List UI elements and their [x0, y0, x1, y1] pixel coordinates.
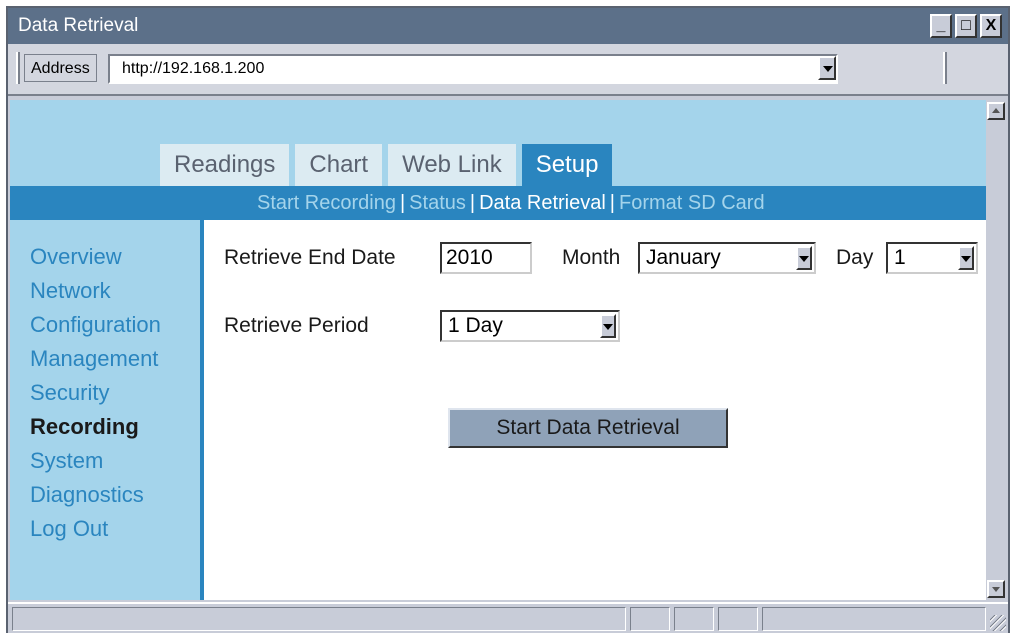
main-tabs: Readings Chart Web Link Setup [160, 144, 613, 186]
sidebar: Overview Network Configuration Managemen… [10, 220, 204, 600]
status-bar [8, 602, 1008, 633]
day-label: Day [836, 246, 874, 269]
sidebar-item-network[interactable]: Network [30, 274, 200, 308]
browser-window: Data Retrieval _ □ X Address http://192.… [6, 6, 1010, 633]
day-select-value: 1 [894, 246, 906, 269]
chevron-down-icon[interactable] [796, 246, 812, 270]
sub-navigation: Start Recording | Status | Data Retrieval | Fo… [10, 186, 986, 220]
day-select[interactable]: 1 [886, 242, 978, 274]
year-input[interactable]: 2010 [440, 242, 532, 274]
month-label: Month [562, 246, 621, 269]
start-data-retrieval-button[interactable]: Start Data Retrieval [448, 408, 728, 448]
page-viewport: Readings Chart Web Link Setup Start Reco… [10, 100, 986, 600]
address-label: Address [24, 54, 97, 82]
scroll-down-icon[interactable] [987, 580, 1005, 598]
tab-setup[interactable]: Setup [521, 144, 613, 186]
sidebar-item-recording[interactable]: Recording [30, 410, 200, 444]
sidebar-item-system[interactable]: System [30, 444, 200, 478]
main-content: Retrieve End Date 2010 Month January Day… [208, 220, 986, 600]
close-button[interactable]: X [980, 14, 1002, 38]
toolbar-grip-right[interactable] [943, 52, 947, 84]
status-zone-cell [762, 607, 986, 631]
subnav-separator: | [399, 192, 406, 214]
toolbar-grip[interactable] [16, 52, 20, 84]
address-input[interactable]: http://192.168.1.200 [108, 54, 838, 84]
status-cell [718, 607, 758, 631]
tab-chart[interactable]: Chart [295, 144, 383, 186]
sidebar-item-configuration[interactable]: Configuration [30, 308, 200, 342]
month-select-value: January [646, 246, 721, 269]
maximize-button[interactable]: □ [955, 14, 977, 38]
period-select-value: 1 Day [448, 314, 503, 337]
sidebar-item-overview[interactable]: Overview [30, 240, 200, 274]
tab-web-link[interactable]: Web Link [388, 144, 516, 186]
sidebar-item-log-out[interactable]: Log Out [30, 512, 200, 546]
status-cell [674, 607, 714, 631]
subnav-format-sd-card[interactable]: Format SD Card [619, 192, 765, 214]
minimize-button[interactable]: _ [930, 14, 952, 38]
subnav-separator: | [609, 192, 615, 214]
subnav-start-recording[interactable]: Start Recording [257, 192, 396, 214]
window-title: Data Retrieval [18, 15, 139, 36]
sidebar-item-security[interactable]: Security [30, 376, 200, 410]
resize-grip-icon[interactable] [990, 615, 1006, 631]
sidebar-item-management[interactable]: Management [30, 342, 200, 376]
end-date-label: Retrieve End Date [224, 246, 396, 269]
period-select[interactable]: 1 Day [440, 310, 620, 342]
chevron-down-icon[interactable] [958, 246, 974, 270]
tab-readings[interactable]: Readings [160, 144, 290, 186]
chevron-down-icon[interactable] [600, 314, 616, 338]
subnav-data-retrieval[interactable]: Data Retrieval [479, 192, 606, 214]
scroll-up-icon[interactable] [987, 102, 1005, 120]
subnav-separator: | [469, 192, 476, 214]
address-dropdown-button[interactable] [818, 56, 836, 80]
title-bar: Data Retrieval _ □ X [8, 8, 1008, 44]
subnav-status[interactable]: Status [409, 192, 466, 214]
month-select[interactable]: January [638, 242, 816, 274]
vertical-scrollbar[interactable] [986, 100, 1006, 600]
window-controls: _ □ X [930, 14, 1002, 38]
address-bar: Address http://192.168.1.200 [8, 44, 1008, 96]
page-header: Readings Chart Web Link Setup [10, 100, 986, 186]
sidebar-item-diagnostics[interactable]: Diagnostics [30, 478, 200, 512]
status-text-cell [12, 607, 626, 631]
period-label: Retrieve Period [224, 314, 369, 337]
status-cell [630, 607, 670, 631]
